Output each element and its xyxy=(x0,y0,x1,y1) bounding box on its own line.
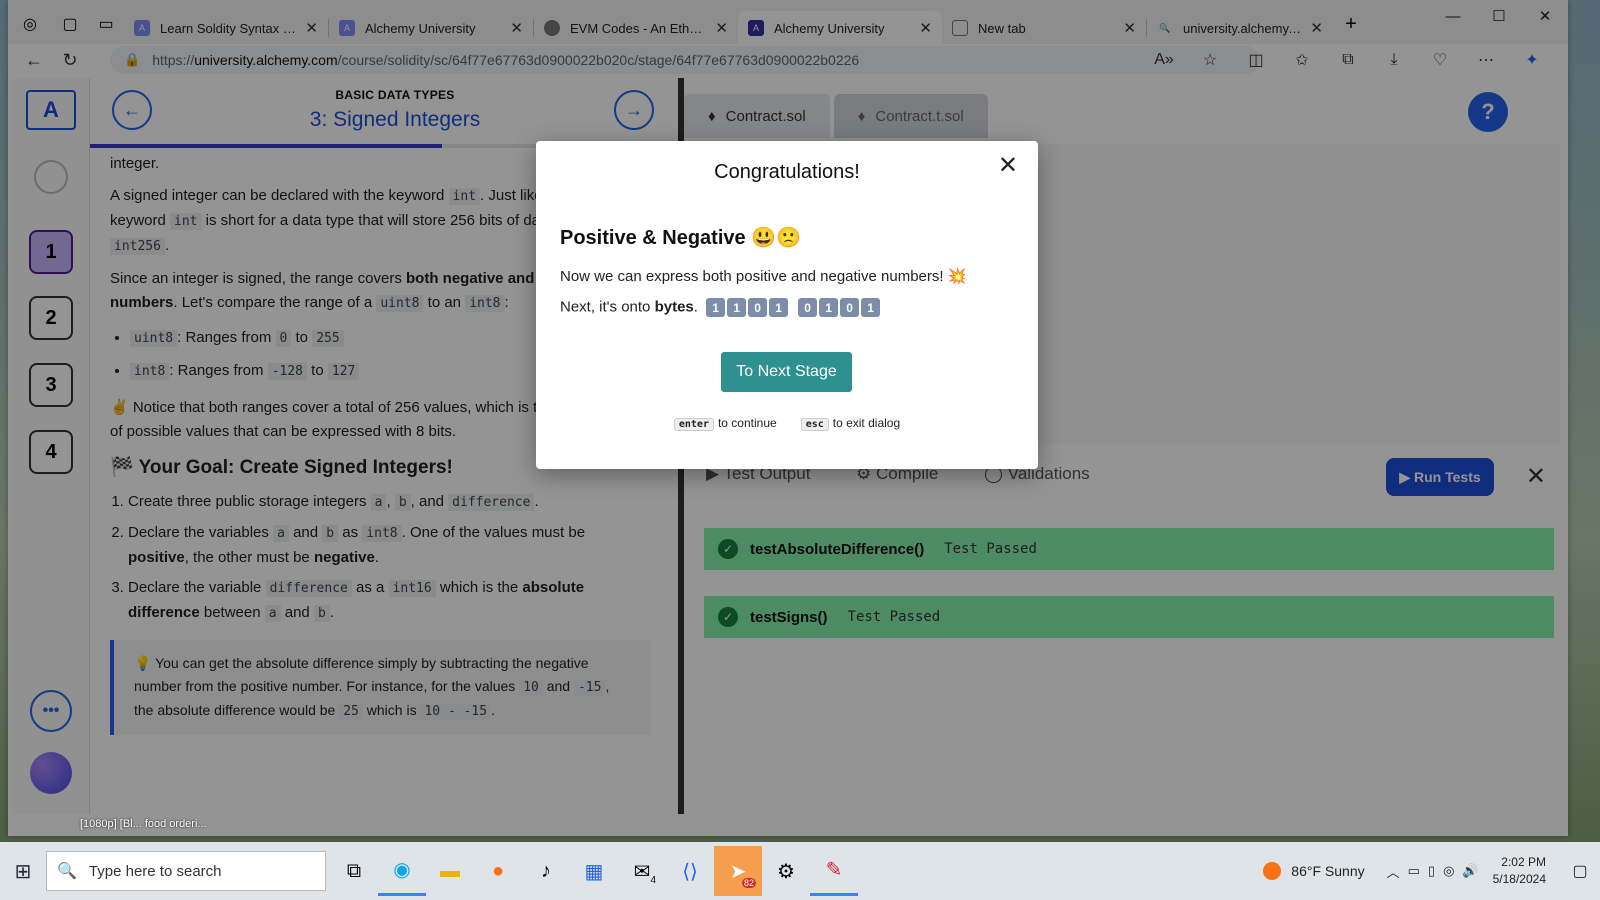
next-stage-button[interactable]: To Next Stage xyxy=(721,352,852,392)
mail-icon[interactable]: ✉ 4 xyxy=(618,846,666,896)
search-input[interactable]: 🔍 Type here to search xyxy=(46,851,326,891)
edge-icon[interactable]: ◉ xyxy=(378,846,426,896)
weather-widget[interactable]: 86°F Sunny xyxy=(1263,862,1365,880)
desktop-file-labels[interactable]: [1080p] [Bl... food orderi... xyxy=(80,818,207,830)
network-icon[interactable]: ▭ xyxy=(1408,863,1420,879)
file-explorer-icon[interactable]: ▬ xyxy=(426,846,474,896)
byte-bits: 11010101 xyxy=(706,298,881,317)
system-tray: 86°F Sunny ︿ ▭ ▯ ◎ 🔊 2:02 PM 5/18/2024 ▢ xyxy=(1263,842,1600,900)
settings-icon[interactable]: ⚙ xyxy=(762,846,810,896)
clock[interactable]: 2:02 PM 5/18/2024 xyxy=(1493,854,1546,888)
congratulations-dialog: Congratulations! ✕ Positive & Negative 😃… xyxy=(536,141,1038,469)
battery-icon[interactable]: ▯ xyxy=(1428,863,1435,879)
task-view-icon[interactable]: ⧉ xyxy=(330,846,378,896)
close-dialog-icon[interactable]: ✕ xyxy=(998,151,1018,180)
keyboard-hints: enter to continue esc to exit dialog xyxy=(536,416,1038,431)
volume-icon[interactable]: 🔊 xyxy=(1462,863,1478,879)
tray-chevron-icon[interactable]: ︿ xyxy=(1387,862,1400,881)
taskbar-apps: ⧉ ◉ ▬ ● ♪ ▦ ✉ 4 ⟨⟩ ➤ 82 ⚙ ✎ xyxy=(330,846,858,896)
sun-icon xyxy=(1263,862,1282,880)
enter-key: enter xyxy=(673,418,714,431)
dialog-title: Congratulations! xyxy=(714,161,860,183)
windows-start-icon[interactable]: ⊞ xyxy=(0,851,46,891)
vscode-icon[interactable]: ⟨⟩ xyxy=(666,846,714,896)
notifications-icon[interactable]: ▢ xyxy=(1560,861,1600,881)
esc-key: esc xyxy=(800,418,829,431)
dialog-message: Now we can express both positive and neg… xyxy=(560,268,967,285)
firefox-icon[interactable]: ● xyxy=(474,846,522,896)
store-icon[interactable]: ▦ xyxy=(570,846,618,896)
meet-icon[interactable]: ◎ xyxy=(1443,863,1454,879)
search-icon: 🔍 xyxy=(57,863,77,880)
taskbar: ⊞ 🔍 Type here to search ⧉ ◉ ▬ ● ♪ ▦ ✉ 4 ⟨⟩… xyxy=(0,842,1600,900)
dialog-message: Next, it's onto bytes. 11010101 xyxy=(560,298,881,317)
dialog-heading: Positive & Negative 😃🙁 xyxy=(560,227,801,249)
tiktok-icon[interactable]: ♪ xyxy=(522,846,570,896)
telegram-icon[interactable]: ➤ 82 xyxy=(714,846,762,896)
paint-icon[interactable]: ✎ xyxy=(810,846,858,896)
